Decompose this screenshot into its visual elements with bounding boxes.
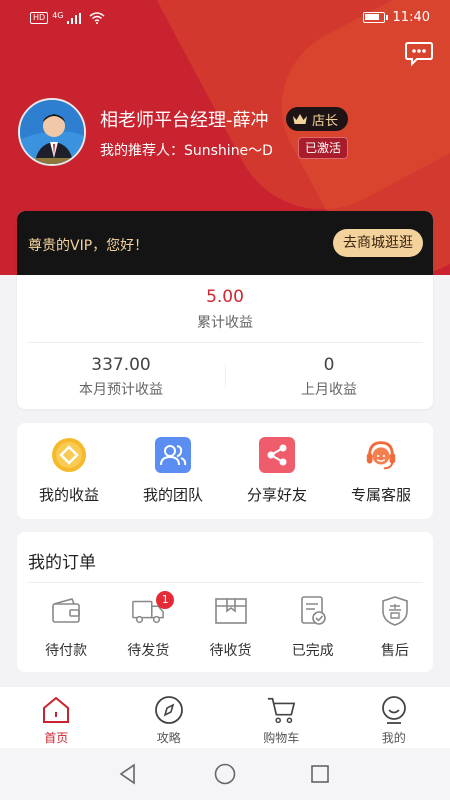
order-label: 待发货 — [127, 643, 170, 659]
tab-label: 购物车 — [263, 731, 300, 745]
orders-card: 我的订单 待付款 1 待发货 待收货 已完成 售后 — [17, 532, 433, 672]
quick-actions-card: 我的收益 我的团队 分享好友 专属客服 — [17, 423, 433, 519]
back-icon[interactable] — [116, 762, 140, 786]
referrer-text: 我的推荐人：Sunshine～D — [100, 143, 273, 159]
recents-icon[interactable] — [308, 762, 332, 786]
status-right: 11:40 — [362, 10, 430, 25]
order-after-sale[interactable]: 售后 — [357, 594, 433, 660]
last-month-label: 上月收益 — [301, 382, 357, 398]
order-label: 待付款 — [45, 643, 88, 659]
role-badge-label: 店长 — [312, 113, 339, 129]
hd-indicator: HD — [30, 12, 49, 24]
tab-label: 攻略 — [156, 731, 181, 745]
orders-title: 我的订单 — [28, 553, 96, 573]
this-month-label: 本月预计收益 — [79, 382, 163, 398]
vip-earnings-card: 尊贵的VIP，您好！ 去商城逛逛 5.00 累计收益 337.00 本月预计收益… — [17, 211, 433, 409]
earnings-icon — [51, 437, 87, 473]
profile-icon — [379, 695, 409, 725]
cart-icon — [266, 695, 296, 725]
notification-badge: 1 — [156, 591, 175, 609]
quick-action-label: 分享好友 — [246, 486, 307, 504]
package-icon — [214, 594, 248, 628]
quick-action-label: 我的收益 — [38, 486, 99, 504]
go-shopping-button[interactable]: 去商城逛逛 — [333, 229, 423, 257]
last-month-earnings[interactable]: 0 上月收益 — [225, 355, 433, 399]
network-indicators: HD 4G — [30, 10, 105, 24]
total-earnings-label: 累计收益 — [197, 315, 253, 331]
quick-action-earnings[interactable]: 我的收益 — [17, 423, 121, 519]
quick-action-label: 我的团队 — [142, 486, 203, 504]
chat-bubble-icon[interactable] — [404, 40, 434, 68]
wallet-icon — [49, 594, 83, 628]
home-button-icon[interactable] — [213, 762, 237, 786]
this-month-earnings[interactable]: 337.00 本月预计收益 — [17, 355, 225, 399]
team-icon — [155, 437, 191, 473]
after-sale-icon — [378, 594, 412, 628]
share-icon — [259, 437, 295, 473]
order-pending-receipt[interactable]: 待收货 — [192, 594, 268, 660]
home-icon — [41, 695, 71, 725]
crown-icon — [293, 114, 307, 124]
tab-label: 我的 — [381, 731, 406, 745]
network-type: 4G — [52, 10, 64, 20]
this-month-value: 337.00 — [91, 355, 151, 375]
signal-icon — [67, 12, 82, 24]
system-navigation-bar — [0, 748, 450, 800]
customer-service-icon — [363, 437, 399, 473]
divider — [27, 582, 423, 583]
divider — [27, 342, 423, 343]
referrer-status-badge: 已激活 — [298, 137, 349, 159]
order-label: 待收货 — [209, 643, 252, 659]
completed-icon — [296, 594, 330, 628]
quick-action-label: 专属客服 — [350, 486, 411, 504]
tab-label: 首页 — [44, 731, 69, 745]
order-label: 售后 — [380, 643, 409, 659]
avatar[interactable] — [18, 98, 86, 166]
quick-action-team[interactable]: 我的团队 — [121, 423, 225, 519]
compass-icon — [154, 695, 184, 725]
status-bar: HD 4G 11:40 — [0, 0, 450, 38]
quick-action-share[interactable]: 分享好友 — [225, 423, 329, 519]
order-completed[interactable]: 已完成 — [275, 594, 351, 660]
last-month-value: 0 — [323, 355, 335, 375]
order-status-row: 待付款 1 待发货 待收货 已完成 售后 — [17, 591, 433, 660]
profile-name: 相老师平台经理-薛冲 — [100, 110, 269, 131]
clock: 11:40 — [392, 10, 430, 25]
tab-guide[interactable]: 攻略 — [113, 687, 226, 748]
order-pending-shipment[interactable]: 1 待发货 — [110, 591, 186, 660]
order-pending-payment[interactable]: 待付款 — [28, 594, 104, 660]
battery-icon — [362, 12, 388, 23]
tab-home[interactable]: 首页 — [0, 687, 113, 748]
vip-bar: 尊贵的VIP，您好！ 去商城逛逛 — [17, 211, 433, 275]
wifi-icon — [89, 12, 105, 24]
bottom-tab-bar: 首页 攻略 购物车 我的 — [0, 686, 450, 748]
tab-profile[interactable]: 我的 — [338, 687, 450, 748]
total-earnings-value: 5.00 — [206, 287, 244, 307]
vip-greeting: 尊贵的VIP，您好！ — [28, 238, 149, 254]
order-label: 已完成 — [291, 643, 334, 659]
quick-action-customer-service[interactable]: 专属客服 — [329, 423, 433, 519]
role-badge: 店长 — [286, 107, 349, 131]
tab-cart[interactable]: 购物车 — [225, 687, 338, 748]
